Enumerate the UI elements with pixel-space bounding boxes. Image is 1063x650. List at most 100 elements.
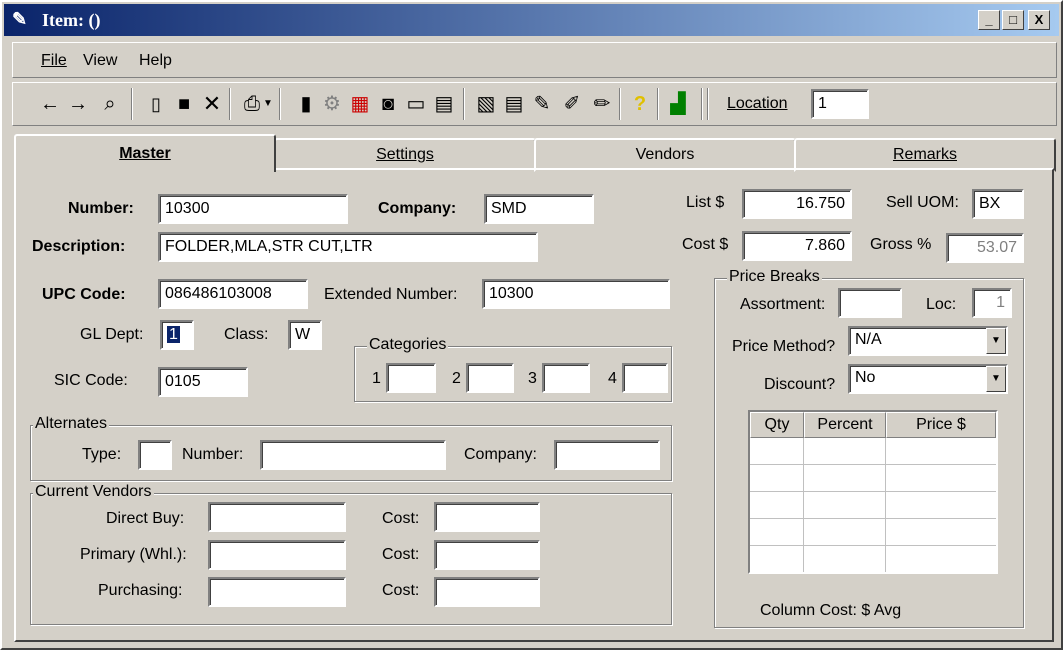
alternates-type-field[interactable] bbox=[138, 440, 172, 470]
description-field[interactable]: FOLDER,MLA,STR CUT,LTR bbox=[158, 232, 538, 262]
menu-help[interactable]: Help bbox=[139, 52, 172, 70]
tab-remarks[interactable]: Remarks bbox=[794, 138, 1056, 172]
upc-label: UPC Code: bbox=[42, 286, 126, 303]
minimize-button[interactable]: _ bbox=[978, 10, 1000, 30]
tab-vendors[interactable]: Vendors bbox=[534, 138, 796, 172]
gross-percent-label: Gross % bbox=[870, 236, 932, 253]
gross-percent-field: 53.07 bbox=[946, 233, 1024, 263]
purchasing-cost-field[interactable] bbox=[434, 577, 540, 607]
forward-arrow-icon[interactable]: → bbox=[65, 91, 91, 117]
category-2-field[interactable] bbox=[466, 363, 514, 393]
primary-whl-label: Primary (Whl.): bbox=[80, 546, 187, 563]
sic-code-field[interactable]: 0105 bbox=[158, 367, 248, 397]
direct-buy-field[interactable] bbox=[208, 502, 346, 532]
primary-cost-label: Cost: bbox=[382, 546, 420, 563]
class-field[interactable]: W bbox=[288, 320, 322, 350]
discount-value: No bbox=[855, 369, 876, 386]
primary-whl-field[interactable] bbox=[208, 540, 346, 570]
column-header-qty[interactable]: Qty bbox=[750, 412, 804, 438]
loc-label: Loc: bbox=[926, 296, 957, 313]
gl-dept-field[interactable]: 1 bbox=[160, 320, 194, 350]
chevron-down-icon[interactable]: ▼ bbox=[986, 366, 1006, 392]
help-question-icon[interactable]: ? bbox=[627, 91, 653, 117]
back-arrow-icon[interactable]: ← bbox=[37, 91, 63, 117]
gear-icon[interactable]: ⚙ bbox=[319, 91, 345, 117]
item-window: ✎ Item: () _ □ X File View Help ← → ⌕ ▯ … bbox=[0, 0, 1063, 650]
alternates-company-field[interactable] bbox=[554, 440, 660, 470]
cost-price-field[interactable]: 7.860 bbox=[742, 231, 852, 261]
column-cost-label: Column Cost: $ Avg bbox=[760, 602, 902, 619]
grid-line bbox=[885, 438, 886, 572]
menu-bar: File View Help bbox=[12, 42, 1057, 78]
ledger-icon[interactable]: ▤ bbox=[431, 91, 457, 117]
categories-title: Categories bbox=[367, 336, 449, 354]
binder-icon[interactable]: ▮ bbox=[293, 91, 319, 117]
menu-file[interactable]: File bbox=[41, 52, 67, 70]
discount-select[interactable]: No ▼ bbox=[848, 364, 1008, 394]
edit-pencil-icon[interactable]: ✎ bbox=[529, 91, 555, 117]
toolbar: ← → ⌕ ▯ ■ ✕ ⎙ ▼ ▮ ⚙ ▦ ◙ ▭ ▤ ▧ ▤ ✎ ✐ ✏ ? … bbox=[12, 82, 1057, 126]
close-button[interactable]: X bbox=[1028, 10, 1050, 30]
direct-buy-label: Direct Buy: bbox=[106, 510, 185, 527]
purchasing-cost-label: Cost: bbox=[382, 582, 420, 599]
price-breaks-table[interactable]: Qty Percent Price $ bbox=[748, 410, 998, 574]
sell-uom-label: Sell UOM: bbox=[886, 194, 959, 211]
chevron-down-icon[interactable]: ▼ bbox=[986, 328, 1006, 354]
category-4-field[interactable] bbox=[622, 363, 668, 393]
alternates-type-label: Type: bbox=[82, 446, 122, 463]
camera-icon[interactable]: ◙ bbox=[375, 91, 401, 117]
column-header-price[interactable]: Price $ bbox=[886, 412, 996, 438]
category-3-field[interactable] bbox=[542, 363, 590, 393]
grid-line bbox=[750, 464, 996, 465]
maximize-button[interactable]: □ bbox=[1002, 10, 1024, 30]
price-method-select[interactable]: N/A ▼ bbox=[848, 326, 1008, 356]
company-label: Company: bbox=[378, 200, 457, 217]
scanner-icon[interactable]: ▭ bbox=[403, 91, 429, 117]
extended-number-field[interactable]: 10300 bbox=[482, 279, 670, 309]
toolbar-separator bbox=[701, 88, 703, 120]
list-price-field[interactable]: 16.750 bbox=[742, 189, 852, 219]
title-bar: ✎ Item: () _ □ X bbox=[4, 4, 1059, 36]
number-label: Number: bbox=[68, 200, 134, 217]
sell-uom-field[interactable]: BX bbox=[972, 189, 1024, 219]
number-field[interactable]: 10300 bbox=[158, 194, 348, 224]
tab-master[interactable]: Master bbox=[14, 134, 276, 172]
menu-view[interactable]: View bbox=[83, 52, 117, 70]
location-label: Location bbox=[727, 95, 788, 112]
cards-icon[interactable]: ▧ bbox=[473, 91, 499, 117]
location-field[interactable]: 1 bbox=[811, 89, 869, 119]
category-2-label: 2 bbox=[452, 370, 461, 387]
new-pencil-icon[interactable]: ✐ bbox=[559, 91, 585, 117]
toolbar-separator bbox=[619, 88, 621, 120]
category-1-field[interactable] bbox=[386, 363, 436, 393]
exit-door-icon[interactable]: ▟ bbox=[665, 91, 691, 117]
new-document-icon[interactable]: ▯ bbox=[143, 91, 169, 117]
upc-field[interactable]: 086486103008 bbox=[158, 279, 308, 309]
alternates-number-field[interactable] bbox=[260, 440, 446, 470]
delete-x-icon[interactable]: ✕ bbox=[199, 91, 225, 117]
palette-grid-icon[interactable]: ▦ bbox=[347, 91, 373, 117]
save-disk-icon[interactable]: ■ bbox=[171, 91, 197, 117]
primary-cost-field[interactable] bbox=[434, 540, 540, 570]
alternates-company-label: Company: bbox=[464, 446, 537, 463]
grid-line bbox=[803, 438, 804, 572]
category-1-label: 1 bbox=[372, 370, 381, 387]
report-icon[interactable]: ▤ bbox=[501, 91, 527, 117]
sic-code-label: SIC Code: bbox=[54, 372, 128, 389]
toolbar-separator bbox=[229, 88, 231, 120]
binoculars-icon[interactable]: ⌕ bbox=[97, 91, 123, 117]
tab-settings[interactable]: Settings bbox=[274, 138, 536, 172]
toolbar-separator bbox=[463, 88, 465, 120]
company-field[interactable]: SMD bbox=[484, 194, 594, 224]
assortment-field[interactable] bbox=[838, 288, 902, 318]
gl-dept-label: GL Dept: bbox=[80, 326, 144, 343]
assortment-label: Assortment: bbox=[740, 296, 826, 313]
direct-buy-cost-field[interactable] bbox=[434, 502, 540, 532]
pencil-tool-icon[interactable]: ✏ bbox=[589, 91, 615, 117]
price-method-label: Price Method? bbox=[732, 338, 836, 355]
dropdown-arrow-icon[interactable]: ▼ bbox=[261, 91, 275, 117]
purchasing-field[interactable] bbox=[208, 577, 346, 607]
extended-number-label: Extended Number: bbox=[324, 286, 458, 303]
column-header-percent[interactable]: Percent bbox=[804, 412, 886, 438]
toolbar-separator bbox=[131, 88, 133, 120]
